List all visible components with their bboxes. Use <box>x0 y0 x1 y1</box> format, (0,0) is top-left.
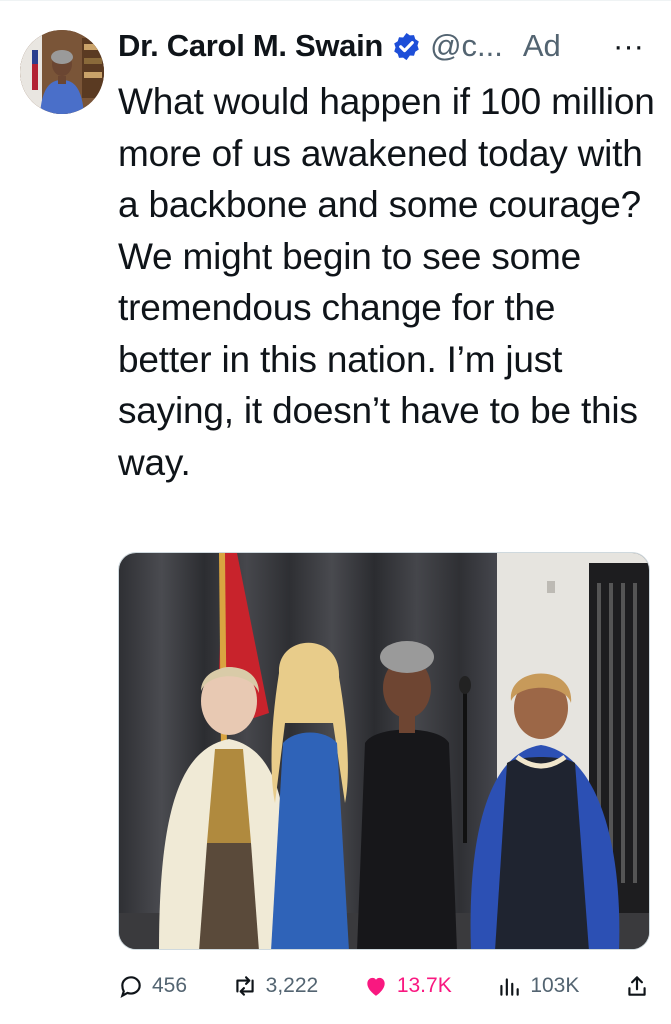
share-button[interactable] <box>624 973 650 999</box>
repost-button[interactable]: 3,222 <box>232 973 319 999</box>
handle[interactable]: @c... <box>430 28 503 64</box>
reply-icon <box>120 976 141 999</box>
action-bar: 456 3,222 13.7K 103K <box>118 964 650 1008</box>
like-button[interactable]: 13.7K <box>363 973 452 999</box>
top-divider <box>0 0 671 1</box>
reply-button[interactable]: 456 <box>118 973 187 999</box>
avatar[interactable] <box>20 30 104 114</box>
ad-label: Ad <box>522 28 561 63</box>
verified-icon <box>394 32 419 60</box>
repost-count: 3,222 <box>265 974 319 997</box>
views-icon <box>500 978 520 996</box>
tweet-header: Dr. Carol M. Swain @c... Ad ··· <box>118 24 658 68</box>
views-count: 103K <box>530 974 580 997</box>
heart-icon <box>367 977 385 996</box>
views-button[interactable]: 103K <box>496 973 579 999</box>
like-count: 13.7K <box>396 974 452 997</box>
reply-count: 456 <box>152 974 188 997</box>
more-icon[interactable]: ··· <box>613 28 644 64</box>
avatar-image <box>20 30 104 114</box>
photo-illustration <box>119 553 649 949</box>
tweet-photo[interactable] <box>118 552 650 950</box>
repost-icon <box>235 976 254 996</box>
tweet-text: What would happen if 100 million more of… <box>118 81 655 483</box>
display-name[interactable]: Dr. Carol M. Swain <box>118 28 383 64</box>
share-icon <box>628 976 646 996</box>
